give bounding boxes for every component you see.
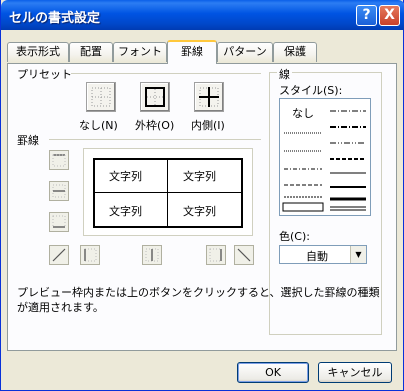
border-middle-vertical-button[interactable] — [142, 245, 162, 265]
tab-alignment[interactable]: 配置 — [69, 42, 113, 62]
border-right-icon — [209, 248, 222, 262]
presets-divider — [71, 73, 261, 74]
tab-border[interactable]: 罫線 — [167, 40, 217, 64]
preset-none-label: なし(N) — [79, 119, 118, 132]
preset-none-icon — [91, 87, 111, 107]
border-divider — [49, 139, 261, 140]
preview-cell: 文字列 — [109, 170, 142, 183]
preview-cell: 文字列 — [109, 205, 142, 218]
preset-outline-label: 外枠(O) — [135, 119, 175, 132]
border-diagonal-down-icon — [237, 248, 251, 262]
border-diagonal-down-button[interactable] — [234, 245, 254, 265]
format-cells-dialog: セルの書式設定 ? X 表示形式 配置 フォント 罫線 パターン 保護 プリセッ… — [0, 0, 404, 391]
tab-protection[interactable]: 保護 — [273, 42, 317, 62]
chevron-down-icon[interactable]: ▼ — [350, 246, 366, 263]
preview-inside-vertical — [167, 160, 168, 226]
tab-font[interactable]: フォント — [113, 42, 167, 62]
border-bottom-icon — [52, 215, 66, 228]
preview-inside-horizontal — [95, 192, 241, 193]
border-top-button[interactable] — [49, 150, 69, 170]
line-color-select[interactable]: 自動 ▼ — [279, 245, 367, 264]
preview-cell: 文字列 — [183, 205, 216, 218]
color-label: 色(C): — [279, 230, 310, 243]
border-heading: 罫線 — [17, 134, 39, 147]
presets-heading: プリセット — [17, 68, 72, 81]
border-left-button[interactable] — [80, 245, 100, 265]
close-icon[interactable]: X — [379, 5, 400, 26]
line-heading: 線 — [277, 66, 292, 82]
border-preview[interactable]: 文字列 文字列 文字列 文字列 — [83, 148, 253, 236]
preset-none-button[interactable] — [86, 82, 116, 112]
border-middle-vertical-icon — [145, 248, 159, 262]
border-right-button[interactable] — [206, 245, 226, 265]
window-title: セルの書式設定 — [9, 11, 101, 26]
style-label: スタイル(S): — [279, 84, 343, 97]
line-style-samples — [282, 110, 366, 212]
tab-patterns[interactable]: パターン — [217, 42, 273, 62]
help-icon[interactable]: ? — [356, 5, 377, 26]
line-style-list[interactable]: なし — [279, 98, 371, 216]
instruction-text: プレビュー枠内または上のボタンをクリックすると、選択した罫線の種類が適用されます… — [17, 286, 380, 314]
cancel-button[interactable]: キャンセル — [318, 362, 392, 383]
line-color-value: 自動 — [306, 250, 328, 263]
border-diagonal-up-icon — [52, 248, 66, 262]
preset-outline-icon — [145, 87, 165, 107]
tab-number-format[interactable]: 表示形式 — [7, 42, 69, 62]
border-bottom-button[interactable] — [49, 212, 69, 232]
border-top-icon — [52, 154, 66, 167]
border-diagonal-up-button[interactable] — [49, 245, 69, 265]
preset-outline-button[interactable] — [140, 82, 170, 112]
border-left-icon — [84, 248, 97, 262]
border-middle-horizontal-button[interactable] — [49, 181, 69, 201]
preset-inside-label: 内側(I) — [191, 119, 225, 132]
preview-cell: 文字列 — [183, 170, 216, 183]
border-middle-horizontal-icon — [52, 184, 66, 198]
preset-inside-icon — [199, 87, 219, 107]
preview-grid: 文字列 文字列 文字列 文字列 — [93, 158, 243, 228]
ok-button[interactable]: OK — [237, 362, 309, 383]
title-bar[interactable]: セルの書式設定 ? X — [1, 0, 404, 30]
preset-inside-button[interactable] — [194, 82, 224, 112]
